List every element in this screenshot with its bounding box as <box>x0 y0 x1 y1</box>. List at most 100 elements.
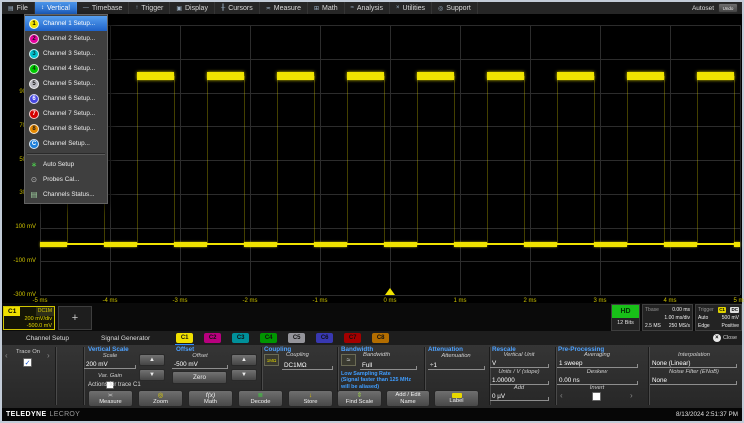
channel-setup-menu-item[interactable]: 5 Channel 5 Setup... <box>25 76 107 91</box>
scale-decrease-button[interactable]: ▼ <box>139 369 165 381</box>
interpolation-field[interactable]: None (Linear) <box>650 359 736 368</box>
c1-offset-readout: -500.0 mV <box>4 323 54 330</box>
coupling-impedance-icon: 1MΩ <box>264 354 279 366</box>
tab-channel-setup[interactable]: Channel Setup <box>22 335 73 342</box>
zoom-action-button[interactable]: ◎Zoom <box>138 390 183 407</box>
vertical-icon: ↕ <box>41 5 44 11</box>
menu-file[interactable]: ▤File <box>2 2 35 14</box>
store-action-button[interactable]: ↓Store <box>288 390 333 407</box>
vertical-tool-menu-item[interactable]: ∗ Auto Setup <box>25 157 107 172</box>
trace-descriptor-c1[interactable]: C1 DC1M 200 mV/div -500.0 mV <box>3 306 55 330</box>
invert-checkbox[interactable] <box>592 392 601 401</box>
math-action-button[interactable]: f(x)Math <box>188 390 233 407</box>
channel-tab-chip[interactable]: C7 <box>344 333 361 343</box>
zoom-magnifier-icon: ◎ <box>158 392 164 399</box>
support-icon: ◎ <box>438 5 443 12</box>
channel-setup-menu-item[interactable]: C Channel Setup... <box>25 136 107 151</box>
channel-setup-menu-item[interactable]: 6 Channel 6 Setup... <box>25 91 107 106</box>
add-trace-button[interactable]: + <box>58 306 92 330</box>
attenuation-field[interactable]: ÷1 <box>428 361 484 370</box>
measure-action-button[interactable]: ≍Measure <box>88 390 133 407</box>
trace-on-checkbox[interactable]: ✓ <box>23 358 32 367</box>
acquisition-mode-box[interactable]: HD 12 Bits <box>611 304 640 331</box>
menu-analysis[interactable]: ≈Analysis <box>345 2 390 14</box>
units-per-volt-field[interactable]: 1.00000 <box>490 376 548 385</box>
warning-line: (Signal faster than 125 MHz <box>341 377 411 383</box>
vertical-tool-menu-item[interactable]: ▤ Channels Status... <box>25 187 107 202</box>
undo-autoset-button[interactable]: Undo <box>718 3 738 13</box>
menu-bar: ▤File ↕Vertical —Timebase ↑Trigger ▣Disp… <box>2 2 742 14</box>
autoset-label[interactable]: Autoset <box>692 5 714 12</box>
preprocessing-next-arrow[interactable]: › <box>630 392 633 400</box>
channel-tab-chips: C1 C2 C3 C4 C5 C6 C7 C8 <box>176 333 389 343</box>
trigger-icon: ↑ <box>135 5 138 11</box>
trigger-source-chip: C1 <box>718 307 726 313</box>
menu-trigger-label: Trigger <box>141 5 163 12</box>
vertical-tool-menu-item[interactable]: ⊙ Probes Cal... <box>25 172 107 187</box>
close-dialog-button[interactable]: × Close <box>713 334 742 342</box>
c1-scale-readout: 200 mV/div <box>4 316 54 323</box>
channel-setup-menu-item[interactable]: 3 Channel 3 Setup... <box>25 46 107 61</box>
menu-utilities[interactable]: ×Utilities <box>390 2 432 14</box>
menu-item-label: Channel 1 Setup... <box>43 20 95 27</box>
preprocessing-prev-arrow[interactable]: ‹ <box>560 392 563 400</box>
sample-count: 2.5 MS <box>645 322 661 330</box>
trigger-mode: Auto <box>698 314 708 322</box>
menu-item-label: Channel 7 Setup... <box>43 110 95 117</box>
sample-rate: 250 MS/s <box>669 322 690 330</box>
menu-timebase-label: Timebase <box>92 5 122 12</box>
status-bar: TELEDYNE LECROY 8/13/2024 2:51:37 PM <box>2 408 742 421</box>
scale-increase-button[interactable]: ▲ <box>139 354 165 366</box>
tab-signal-generator[interactable]: Signal Generator <box>97 335 154 342</box>
add-offset-field[interactable]: 0 µV <box>490 392 548 401</box>
hd-mode-badge: HD <box>612 305 639 318</box>
averaging-field[interactable]: 1 sweep <box>557 359 637 368</box>
offset-decrease-button[interactable]: ▼ <box>231 369 257 381</box>
channel-tab-chip[interactable]: C8 <box>372 333 389 343</box>
menu-timebase[interactable]: —Timebase <box>77 2 129 14</box>
oscilloscope-screen: ▤File ↕Vertical —Timebase ↑Trigger ▣Disp… <box>0 0 744 423</box>
channel-tab-chip[interactable]: C5 <box>288 333 305 343</box>
bandwidth-field[interactable]: Full <box>360 361 416 370</box>
label-action-button[interactable]: Label <box>434 390 479 407</box>
channel-tab-chip[interactable]: C6 <box>316 333 333 343</box>
menu-trigger[interactable]: ↑Trigger <box>129 2 170 14</box>
offset-increase-button[interactable]: ▲ <box>231 354 257 366</box>
noise-filter-field[interactable]: None <box>650 376 736 385</box>
add-edit-name-line2: Name <box>400 399 415 406</box>
trigger-type: Edge <box>698 322 710 330</box>
vertical-unit-field[interactable]: V <box>490 359 548 368</box>
trigger-summary-box[interactable]: TriggerC1DC Auto500 mV EdgePositive <box>695 304 742 331</box>
add-edit-name-button[interactable]: Add / EditName <box>386 390 430 407</box>
channel-setup-menu-item[interactable]: 4 Channel 4 Setup... <box>25 61 107 76</box>
timebase-summary-box[interactable]: Tbase0.00 ms 1.00 ms/div 2.5 MS250 MS/s <box>642 304 693 331</box>
menu-item-label: Channel Setup... <box>43 140 90 147</box>
channel-setup-menu-item[interactable]: 2 Channel 2 Setup... <box>25 31 107 46</box>
channel-setup-menu-item[interactable]: 1 Channel 1 Setup... <box>25 16 107 31</box>
offset-field[interactable]: -500 mV <box>172 360 227 369</box>
menu-cursors[interactable]: ╫Cursors <box>215 2 260 14</box>
zero-offset-button[interactable]: Zero <box>172 371 227 384</box>
channel-tab-chip[interactable]: C1 <box>176 333 193 343</box>
menu-support[interactable]: ◎Support <box>432 2 478 14</box>
timebase-delay: 0.00 ms <box>672 306 690 314</box>
menu-vertical[interactable]: ↕Vertical <box>35 2 77 14</box>
menu-math[interactable]: ⊞Math <box>308 2 345 14</box>
decode-action-button[interactable]: ≣Decode <box>238 390 283 407</box>
decode-button-label: Decode <box>251 399 271 406</box>
find-scale-action-button[interactable]: ⇕Find Scale <box>337 390 382 407</box>
channel-tab-chip[interactable]: C3 <box>232 333 249 343</box>
menu-display[interactable]: ▣Display <box>170 2 215 14</box>
menu-measure[interactable]: ≍Measure <box>260 2 308 14</box>
channel-setup-menu-item[interactable]: 8 Channel 8 Setup... <box>25 121 107 136</box>
channel-setup-menu-item[interactable]: 7 Channel 7 Setup... <box>25 106 107 121</box>
vertical-dropdown-menu: 1 Channel 1 Setup... 2 Channel 2 Setup..… <box>24 14 108 204</box>
channel-tab-chip[interactable]: C4 <box>260 333 277 343</box>
sampling-rate-warning: Low Sampling Rate (Signal faster than 12… <box>341 371 411 390</box>
coupling-field[interactable]: DC1MΩ <box>282 361 332 370</box>
scale-field[interactable]: 200 mV <box>84 360 135 369</box>
deskew-field[interactable]: 0.00 ns <box>557 376 637 385</box>
channel-tab-chip[interactable]: C2 <box>204 333 221 343</box>
timebase-title: Tbase <box>645 306 659 314</box>
menu-item-label: Probes Cal... <box>43 176 79 183</box>
